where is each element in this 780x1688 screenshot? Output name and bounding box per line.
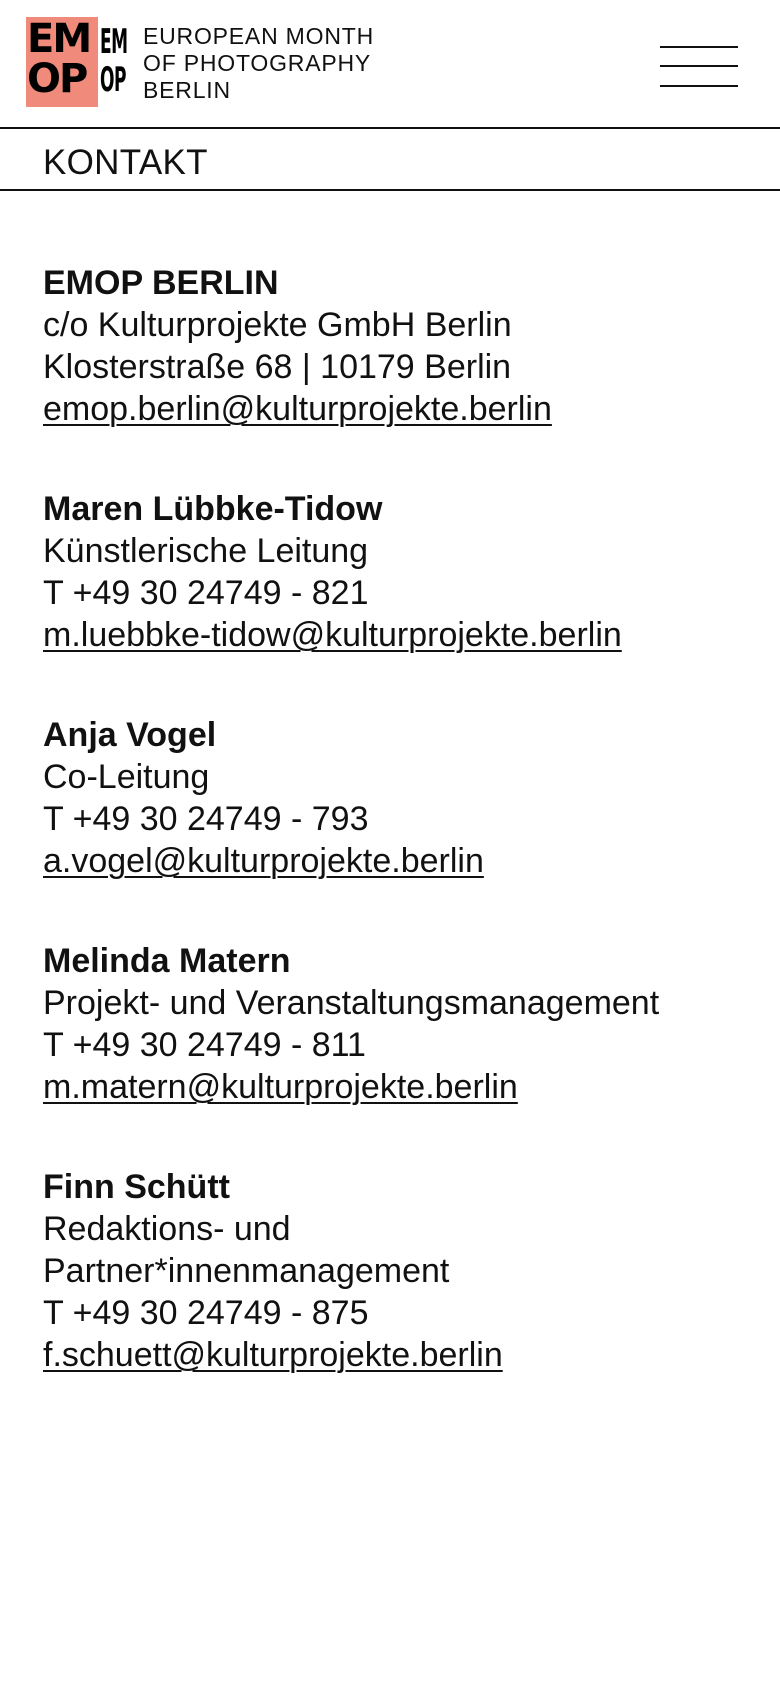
contact-name: EMOP BERLIN xyxy=(43,264,279,302)
hamburger-menu-icon[interactable] xyxy=(660,44,738,88)
contact-list: EMOP BERLIN c/o Kulturprojekte GmbH Berl… xyxy=(43,262,763,1434)
contact-block-emop: EMOP BERLIN c/o Kulturprojekte GmbH Berl… xyxy=(43,262,763,430)
emop-logo-link[interactable]: EM OP EM OP EUROPEAN MONTH OF PHOTOGRAPH… xyxy=(26,17,373,109)
logo-line-2: OF PHOTOGRAPHY xyxy=(143,50,372,76)
logo-letters: EM OP xyxy=(27,16,92,102)
contact-role: Künstlerische Leitung xyxy=(43,532,369,570)
site-header: EM OP EM OP EUROPEAN MONTH OF PHOTOGRAPH… xyxy=(0,0,780,129)
contact-role: Partner*innenmanagement xyxy=(43,1252,450,1290)
contact-name: Finn Schütt xyxy=(43,1168,230,1206)
menu-line xyxy=(660,85,738,87)
logo-letters-top: EM xyxy=(27,16,92,62)
contact-phone: T +49 30 24749 - 875 xyxy=(43,1294,369,1332)
contact-phone: T +49 30 24749 - 821 xyxy=(43,574,369,612)
contact-role: Redaktions- und xyxy=(43,1210,291,1248)
logo-line-3: BERLIN xyxy=(143,77,231,103)
logo-letters-bottom: OP xyxy=(27,56,88,102)
contact-role: Projekt- und Veranstaltungsmanagement xyxy=(43,984,660,1022)
contact-phone: T +49 30 24749 - 811 xyxy=(43,1026,366,1064)
contact-name: Anja Vogel xyxy=(43,716,217,754)
page-title: KONTAKT xyxy=(43,143,208,182)
contact-phone: T +49 30 24749 - 793 xyxy=(43,800,369,838)
logo-narrow-letters: EM OP xyxy=(100,22,128,103)
address-line: c/o Kulturprojekte GmbH Berlin xyxy=(43,306,512,344)
email-link[interactable]: a.vogel@kulturprojekte.berlin xyxy=(43,842,484,880)
logo-wordmark: EUROPEAN MONTH OF PHOTOGRAPHY BERLIN xyxy=(143,23,374,104)
menu-line xyxy=(660,65,738,67)
email-link[interactable]: emop.berlin@kulturprojekte.berlin xyxy=(43,390,552,428)
logo-line-1: EUROPEAN MONTH xyxy=(143,23,374,49)
contact-block-matern: Melinda Matern Projekt- und Veranstaltun… xyxy=(43,940,763,1108)
contact-block-schuett: Finn Schütt Redaktions- und Partner*inne… xyxy=(43,1166,763,1376)
logo-narrow-bottom: OP xyxy=(100,60,126,100)
email-link[interactable]: f.schuett@kulturprojekte.berlin xyxy=(43,1336,503,1374)
contact-name: Melinda Matern xyxy=(43,942,291,980)
address-line: Klosterstraße 68 | 10179 Berlin xyxy=(43,348,512,386)
contact-block-vogel: Anja Vogel Co-Leitung T +49 30 24749 - 7… xyxy=(43,714,763,882)
email-link[interactable]: m.luebbke-tidow@kulturprojekte.berlin xyxy=(43,616,622,654)
contact-name: Maren Lübbke-Tidow xyxy=(43,490,383,528)
page-title-bar: KONTAKT xyxy=(0,129,780,191)
email-link[interactable]: m.matern@kulturprojekte.berlin xyxy=(43,1068,518,1106)
emop-logo-mark: EM OP xyxy=(26,17,98,107)
logo-narrow-top: EM xyxy=(100,22,128,62)
contact-role: Co-Leitung xyxy=(43,758,210,796)
contact-block-luebbke-tidow: Maren Lübbke-Tidow Künstlerische Leitung… xyxy=(43,488,763,656)
menu-line xyxy=(660,46,738,48)
